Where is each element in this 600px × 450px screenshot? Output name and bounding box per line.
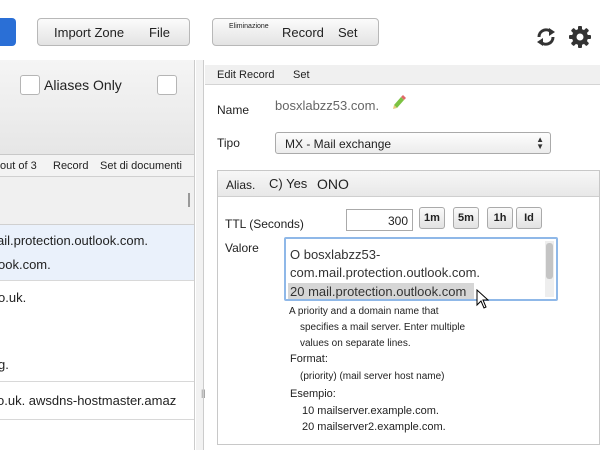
ttl-1m-button[interactable]: 1m <box>419 207 445 229</box>
record-type-value: MX - Mail exchange <box>285 137 392 151</box>
example-line: 20 mailserver2.example.com. <box>302 421 446 433</box>
aliases-only-label: Aliases Only <box>44 77 122 93</box>
ttl-5m-button[interactable]: 5m <box>453 207 479 229</box>
help-text: A priority and a domain name that <box>289 306 439 317</box>
type-label: Tipo <box>217 136 240 150</box>
set-link[interactable]: Set di documenti <box>100 160 182 172</box>
record-value: o.uk. <box>0 290 27 305</box>
value-line: com.mail.protection.outlook.com. <box>290 265 481 280</box>
example-label: Esempio: <box>290 388 336 400</box>
column-resize-handle[interactable] <box>188 193 190 207</box>
aliases-only-checkbox[interactable] <box>20 75 40 95</box>
record-list-panel: Aliases Only out of 3 Record Set di docu… <box>0 60 195 450</box>
value-textarea[interactable]: O bosxlabzz53- com.mail.protection.outlo… <box>284 237 558 301</box>
help-text: specifies a mail server. Enter multiple <box>300 322 466 333</box>
set-label: Set <box>338 24 358 40</box>
name-label: Name <box>217 103 250 117</box>
column-header <box>0 177 194 225</box>
filter-checkbox[interactable] <box>157 75 177 95</box>
tab-edit-record[interactable]: Edit Record <box>217 69 274 81</box>
ttl-1d-button[interactable]: Id <box>516 207 542 229</box>
record-details-box: Alias. C) Yes ONO TTL (Seconds) 300 1m 5… <box>217 170 600 445</box>
file-label: File <box>149 24 170 40</box>
record-value: ook.com. <box>0 257 51 272</box>
alias-no-radio[interactable]: ONO <box>317 176 349 192</box>
page-count: out of 3 <box>0 160 37 172</box>
delete-record-set-button[interactable]: Eliminazione Record Set <box>212 18 379 46</box>
refresh-icon[interactable] <box>533 24 559 50</box>
record-row[interactable]: ail.protection.outlook.com. ook.com. <box>0 225 194 281</box>
scrollbar-thumb[interactable] <box>546 243 553 279</box>
import-zone-file-button[interactable]: Import Zone File <box>37 18 190 46</box>
name-value: bosxlabzz53.com. <box>275 98 380 113</box>
select-arrows-icon: ▲ ▼ <box>536 135 544 151</box>
pencil-icon[interactable] <box>391 94 407 115</box>
edit-record-panel: Edit Record Set Name bosxlabzz53.com. Ti… <box>205 60 600 450</box>
textarea-scrollbar[interactable] <box>545 241 554 297</box>
help-text: values on separate lines. <box>300 338 411 349</box>
record-value: ail.protection.outlook.com. <box>0 233 149 248</box>
create-record-set-button[interactable] <box>0 18 16 46</box>
alias-label: Alias. <box>226 178 256 192</box>
delete-small-label: Eliminazione <box>229 23 269 30</box>
record-type-select[interactable]: MX - Mail exchange ▲ ▼ <box>275 132 551 154</box>
value-line: 20 mail.protection.outlook.com <box>290 284 467 299</box>
record-value: g. <box>0 357 9 372</box>
mouse-cursor-icon <box>476 288 490 314</box>
record-value: o.uk. awsdns-hostmaster.amaz <box>0 393 177 408</box>
alias-bar: Alias. C) Yes ONO <box>218 171 599 197</box>
pagination-bar: out of 3 Record Set di documenti <box>0 155 194 177</box>
example-line: 10 mailserver.example.com. <box>302 405 439 417</box>
value-line: O bosxlabzz53- <box>290 247 381 262</box>
toolbar: Import Zone File Eliminazione Record Set <box>0 0 600 60</box>
format-label: Format: <box>290 353 328 365</box>
value-label: Valore <box>225 241 259 255</box>
tab-set[interactable]: Set <box>293 69 310 81</box>
record-row[interactable]: o.uk. awsdns-hostmaster.amaz <box>0 382 194 420</box>
record-link[interactable]: Record <box>53 160 88 172</box>
filter-bar: Aliases Only <box>0 60 194 155</box>
record-row[interactable]: o.uk. g. <box>0 281 194 382</box>
record-label: Record <box>282 24 324 40</box>
gear-icon[interactable] <box>567 24 593 50</box>
format-value: (priority) (mail server host name) <box>300 371 445 382</box>
ttl-label: TTL (Seconds) <box>225 217 304 231</box>
ttl-input[interactable]: 300 <box>346 209 413 231</box>
alias-yes-radio[interactable]: C) Yes <box>269 176 307 191</box>
ttl-1h-button[interactable]: 1h <box>487 207 513 229</box>
edit-record-tabs: Edit Record Set <box>205 65 600 85</box>
import-zone-label: Import Zone <box>54 24 125 40</box>
